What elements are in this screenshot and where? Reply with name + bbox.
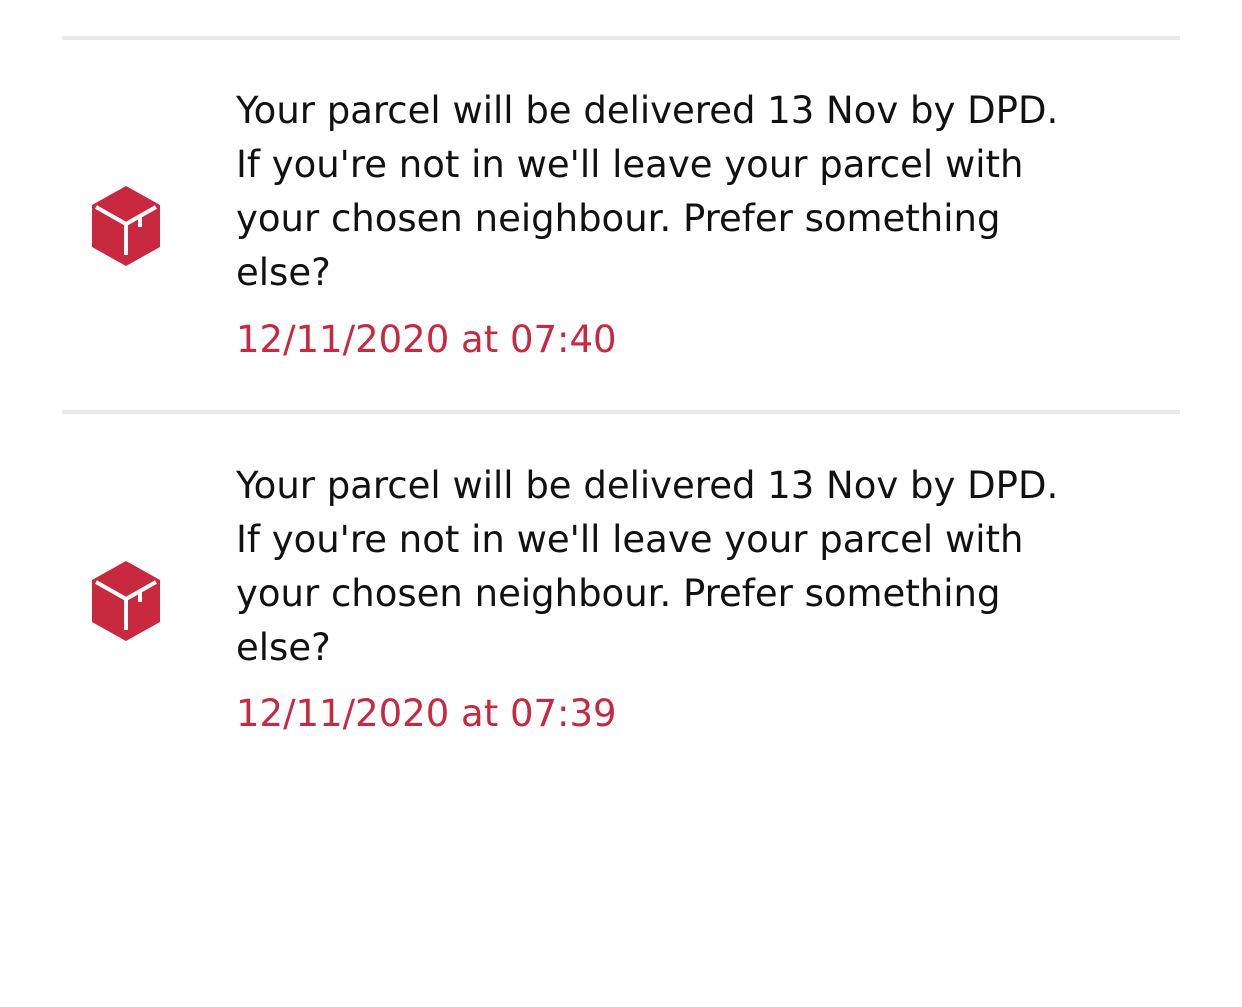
- notification-item[interactable]: Your parcel will be delivered 13 Nov by …: [0, 40, 1242, 412]
- notification-timestamp: 12/11/2020 at 07:40: [236, 318, 617, 361]
- notification-timestamp: 12/11/2020 at 07:39: [236, 692, 617, 735]
- parcel-box-icon: [90, 560, 162, 642]
- notification-message: Your parcel will be delivered 13 Nov by …: [236, 89, 1059, 294]
- notification-message: Your parcel will be delivered 13 Nov by …: [236, 464, 1059, 669]
- notification-item[interactable]: Your parcel will be delivered 13 Nov by …: [0, 414, 1242, 786]
- parcel-box-icon: [90, 185, 162, 267]
